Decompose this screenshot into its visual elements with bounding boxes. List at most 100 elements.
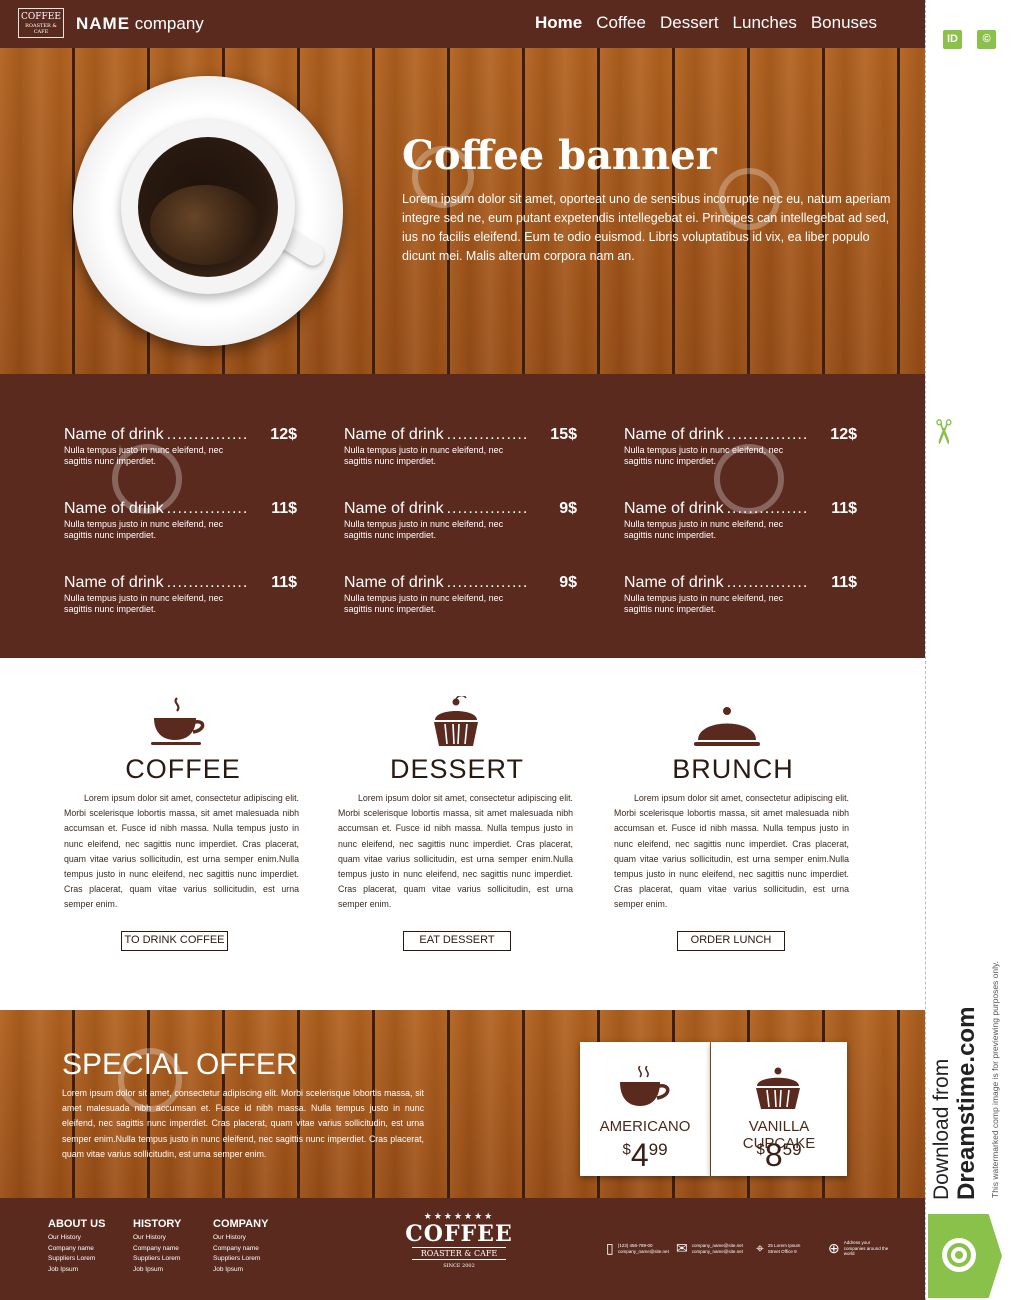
dot-leader: ............... (446, 500, 529, 517)
footer-link[interactable]: Suppliers Lorem (48, 1254, 105, 1265)
drink-description: Nulla tempus justo in nunc eleifend, nec… (344, 519, 504, 540)
drink-price: 9$ (559, 500, 577, 517)
phone-icon: ▯ (606, 1240, 614, 1256)
drink-name: Name of drink (624, 574, 724, 591)
menu-item[interactable]: Name of drink............... 11$ Nulla te… (624, 574, 904, 615)
contact-phone: ▯ (123) 456-789-00 company_name@site.net (606, 1240, 669, 1257)
menu-item[interactable]: Name of drink............... 11$ Nulla te… (624, 500, 904, 541)
currency-symbol: $ (622, 1141, 631, 1158)
dot-leader: ............... (726, 500, 809, 517)
download-line-2[interactable]: Dreamstime.com (953, 1007, 980, 1200)
footer-link[interactable]: Our History (213, 1233, 268, 1244)
footer-logo[interactable]: ★★★★★★★ COFFEE ROASTER & CAFE SINCE 2002 (404, 1212, 514, 1286)
order-lunch-button[interactable]: ORDER LUNCH (677, 931, 785, 951)
dot-leader: ............... (726, 574, 809, 591)
drink-price: 11$ (271, 574, 297, 591)
page: COFFEE ROASTER & CAFE NAME company Home … (0, 0, 925, 1300)
footer-link[interactable]: Suppliers Lorem (213, 1254, 268, 1265)
main-nav: Home Coffee Dessert Lunches Bonuses (535, 13, 877, 33)
drink-price: 11$ (271, 500, 297, 517)
drink-description: Nulla tempus justo in nunc eleifend, nec… (64, 593, 224, 614)
offer-card-americano[interactable]: AMERICANO $499 (580, 1042, 710, 1176)
menu-item[interactable]: Name of drink............... 9$ Nulla tem… (344, 574, 624, 615)
drink-name: Name of drink (624, 500, 724, 517)
brand: NAME company (76, 14, 204, 34)
footer-column-company: COMPANY Our History Company name Supplie… (213, 1218, 268, 1275)
footer-link[interactable]: Company name (133, 1244, 181, 1255)
footer-link[interactable]: Our History (133, 1233, 181, 1244)
nav-home[interactable]: Home (535, 13, 582, 33)
menu-item[interactable]: Name of drink............... 9$ Nulla tem… (344, 500, 624, 541)
nav-coffee[interactable]: Coffee (596, 13, 646, 33)
drink-name: Name of drink (64, 574, 164, 591)
drink-menu: Name of drink............... 12$ Nulla te… (0, 374, 925, 658)
coffee-cup-icon (151, 697, 205, 745)
price-cents: 99 (648, 1140, 668, 1159)
dot-leader: ............... (166, 500, 249, 517)
footer-link[interactable]: Company name (48, 1244, 105, 1255)
copyright-button[interactable]: © (977, 30, 996, 49)
contact-text: 25 Lorem Ipsum Street Office 9 (767, 1243, 801, 1254)
nav-bonuses[interactable]: Bonuses (811, 13, 877, 33)
menu-item[interactable]: Name of drink............... 11$ Nulla te… (64, 574, 344, 615)
drink-name: Name of drink (344, 574, 444, 591)
menu-item[interactable]: Name of drink............... 11$ Nulla te… (64, 500, 344, 541)
footer-column-about: ABOUT US Our History Company name Suppli… (48, 1218, 105, 1275)
feature-title: DESSERT (389, 754, 525, 784)
to-drink-coffee-button[interactable]: TO DRINK COFFEE (121, 931, 228, 951)
dreamstime-logo-icon[interactable] (928, 1214, 1002, 1298)
menu-grid: Name of drink............... 12$ Nulla te… (64, 426, 924, 615)
menu-item[interactable]: Name of drink............... 15$ Nulla te… (344, 426, 624, 467)
footer-logo-text: COFFEE (405, 1221, 513, 1247)
drink-name: Name of drink (344, 500, 444, 517)
footer-link[interactable]: Company name (213, 1244, 268, 1255)
footer-link[interactable]: Job Ipsum (213, 1265, 268, 1276)
offer-card-vanilla-cupcake[interactable]: VANILLA CUPCAKE $859 (711, 1042, 847, 1176)
offer-price: $859 (711, 1137, 847, 1174)
features-section: COFFEE Lorem ipsum dolor sit amet, conse… (0, 658, 925, 1010)
feature-text: Lorem ipsum dolor sit amet, consectetur … (64, 793, 299, 910)
drink-price: 11$ (831, 500, 857, 517)
drink-price: 12$ (830, 426, 857, 443)
drink-description: Nulla tempus justo in nunc eleifend, nec… (344, 445, 504, 466)
download-label: Download from Dreamstime.com (930, 1007, 980, 1200)
cupcake-icon (756, 1067, 800, 1109)
drink-price: 12$ (270, 426, 297, 443)
menu-item[interactable]: Name of drink............... 12$ Nulla te… (624, 426, 904, 467)
eat-dessert-button[interactable]: EAT DESSERT (403, 931, 511, 951)
brand-suffix: company (134, 14, 204, 33)
footer-link[interactable]: Suppliers Lorem (133, 1254, 181, 1265)
drink-description: Nulla tempus justo in nunc eleifend, nec… (64, 445, 224, 466)
footer-link[interactable]: Job Ipsum (133, 1265, 181, 1276)
feature-title: COFFEE (125, 754, 241, 784)
dot-leader: ............... (446, 574, 529, 591)
price-cents: 59 (782, 1140, 802, 1159)
price-main: 4 (630, 1137, 649, 1173)
banner-title: Coffee banner (402, 132, 717, 179)
contact-text: (123) 456-789-00 company_name@site.net (617, 1243, 669, 1254)
special-offer-text: Lorem ipsum dolor sit amet, consectetur … (62, 1088, 424, 1159)
menu-item[interactable]: Name of drink............... 12$ Nulla te… (64, 426, 344, 467)
contact-location: ⌖ 25 Lorem Ipsum Street Office 9 (756, 1240, 806, 1257)
mail-icon: ✉ (676, 1240, 688, 1256)
brand-name: NAME (76, 14, 131, 33)
drink-description: Nulla tempus justo in nunc eleifend, nec… (64, 519, 224, 540)
drink-price: 11$ (831, 574, 857, 591)
logo-subtext: ROASTER & CAFE (25, 23, 57, 35)
nav-lunches[interactable]: Lunches (733, 13, 797, 33)
footer-link[interactable]: Our History (48, 1233, 105, 1244)
footer-logo-since: SINCE 2002 (443, 1263, 475, 1269)
contact-text: Address your companies around the world (843, 1240, 889, 1257)
logo[interactable]: COFFEE ROASTER & CAFE (18, 8, 64, 38)
drink-description: Nulla tempus justo in nunc eleifend, nec… (624, 519, 784, 540)
drink-name: Name of drink (624, 426, 724, 443)
location-icon: ⌖ (756, 1240, 764, 1256)
feature-text: Lorem ipsum dolor sit amet, consectetur … (338, 793, 573, 910)
contact-mail: ✉ company_name@site.net company_name@sit… (676, 1240, 743, 1257)
footer-link[interactable]: Job Ipsum (48, 1265, 105, 1276)
feature-text: Lorem ipsum dolor sit amet, consectetur … (614, 793, 849, 910)
drink-description: Nulla tempus justo in nunc eleifend, nec… (624, 445, 784, 466)
image-id-button[interactable]: ID (943, 30, 962, 49)
swirl-shape-inner (951, 1247, 967, 1263)
nav-dessert[interactable]: Dessert (660, 13, 719, 33)
